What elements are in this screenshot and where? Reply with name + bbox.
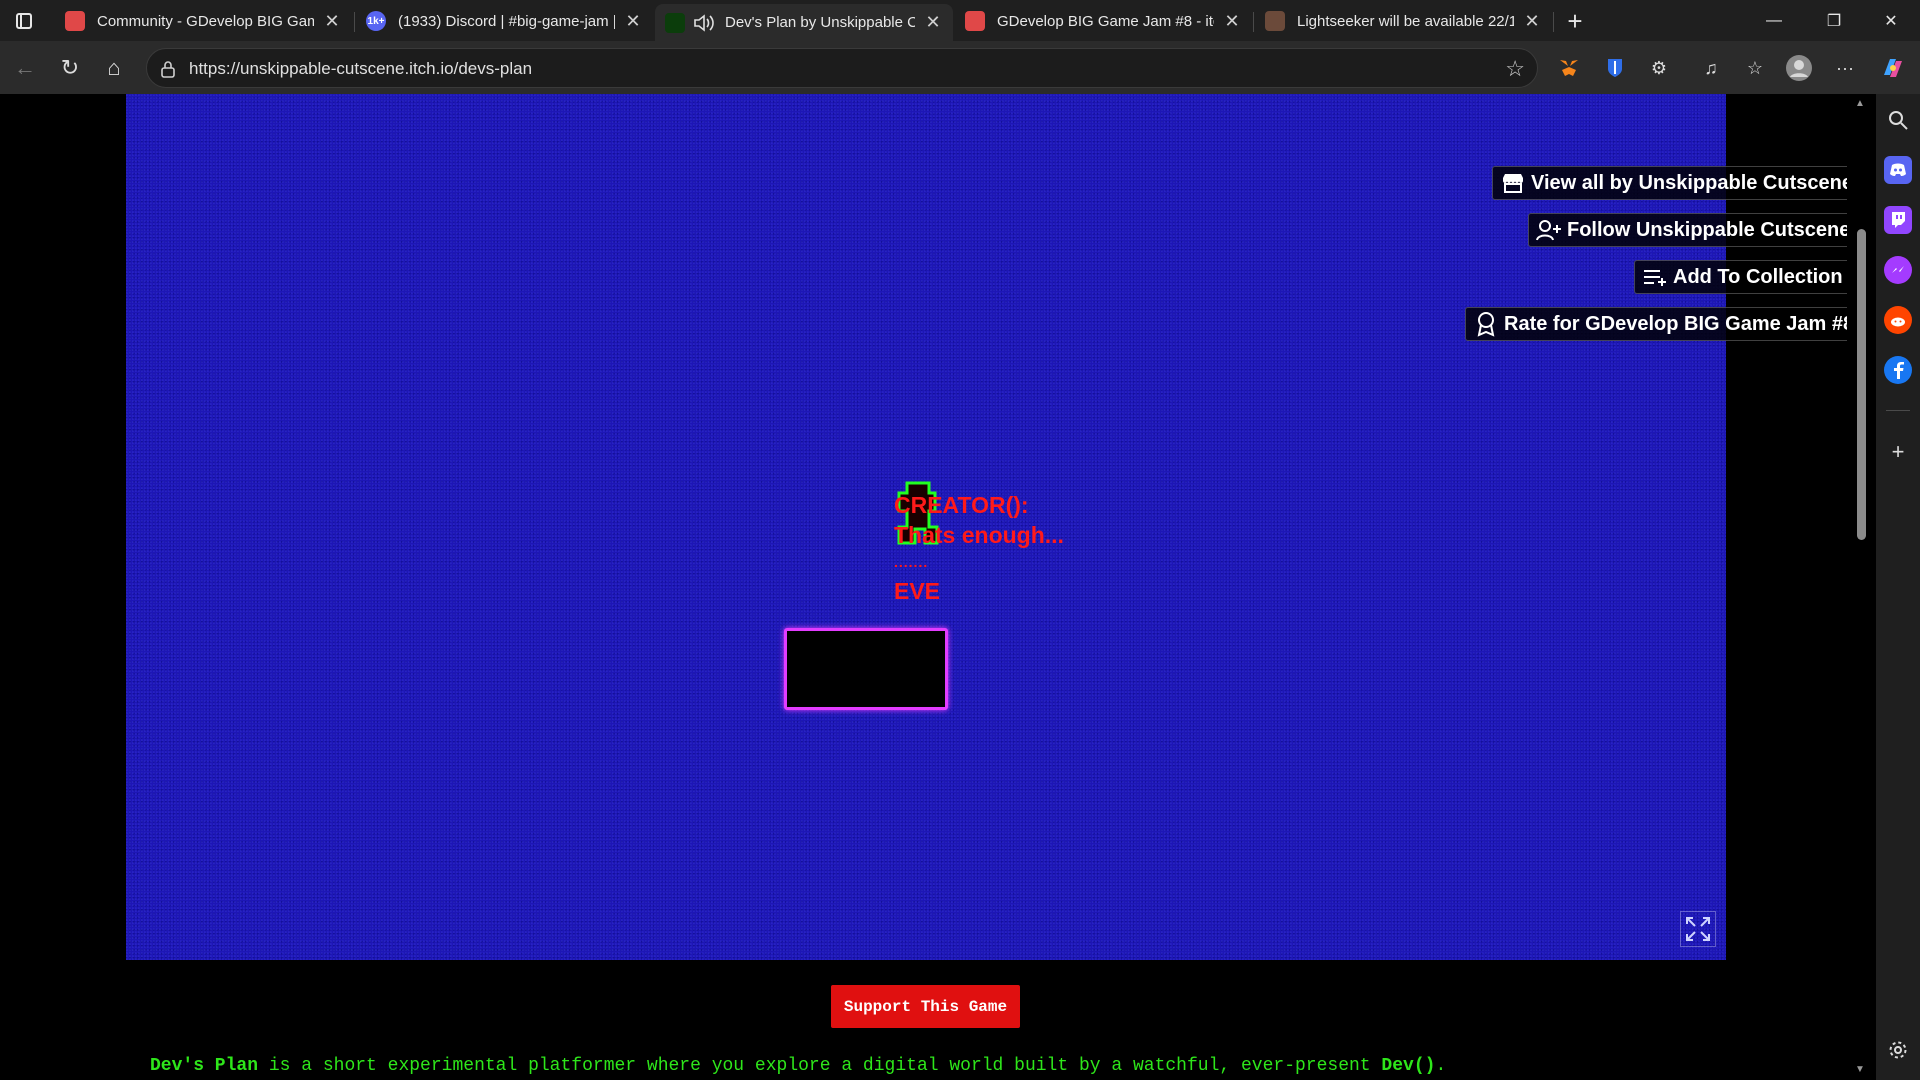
add-user-icon <box>1535 216 1563 244</box>
fullscreen-icon[interactable] <box>1680 911 1716 947</box>
view-all-label: View all by Unskippable Cutscene <box>1531 171 1847 194</box>
add-collection-label: Add To Collection <box>1673 265 1843 288</box>
discord-favicon-icon: 1k+ <box>366 11 386 31</box>
tab-lightseeker[interactable]: Lightseeker will be available 22/1 ✕ <box>1255 4 1552 38</box>
media-control-icon[interactable]: ♫ <box>1696 53 1726 83</box>
page-viewport: View all by Unskippable Cutscene Follow … <box>5 94 1847 1080</box>
dialog-line: Thats enough... <box>894 522 1064 548</box>
game-description: Dev's Plan is a short experimental platf… <box>150 1056 1446 1076</box>
profile-avatar[interactable] <box>1784 53 1814 83</box>
tab-title: Community - GDevelop BIG Game <box>97 12 314 30</box>
close-tab-icon[interactable]: ✕ <box>923 12 943 33</box>
minimize-icon[interactable]: — <box>1745 0 1803 41</box>
tab-community[interactable]: Community - GDevelop BIG Game ✕ <box>55 4 352 38</box>
description-text: is a short experimental platformer where… <box>258 1056 1382 1076</box>
add-sidebar-app-icon[interactable]: + <box>1884 438 1912 466</box>
edge-sidebar: + <box>1876 94 1920 1080</box>
facebook-sidebar-icon[interactable] <box>1884 356 1912 384</box>
description-title: Dev's Plan <box>150 1056 259 1076</box>
tab-divider <box>1253 12 1254 32</box>
copilot-icon[interactable] <box>1878 53 1908 83</box>
browser-toolbar: ← ↻ ⌂ https://unskippable-cutscene.itch.… <box>0 41 1920 94</box>
follow-label: Follow Unskippable Cutscene <box>1567 218 1847 241</box>
tab-divider <box>354 12 355 32</box>
search-icon[interactable] <box>1884 106 1912 134</box>
follow-button[interactable]: Follow Unskippable Cutscene <box>1528 213 1847 247</box>
twitch-sidebar-icon[interactable] <box>1884 206 1912 234</box>
tab-gdevelop-jam[interactable]: GDevelop BIG Game Jam #8 - itch ✕ <box>955 4 1252 38</box>
award-ribbon-icon <box>1472 310 1500 338</box>
add-list-icon <box>1641 263 1669 291</box>
lightseeker-favicon-icon <box>1265 11 1285 31</box>
close-tab-icon[interactable]: ✕ <box>322 11 342 31</box>
add-to-collection-button[interactable]: Add To Collection <box>1634 260 1847 294</box>
description-end: . <box>1435 1056 1447 1076</box>
itch-favicon-icon <box>965 11 985 31</box>
reddit-sidebar-icon[interactable] <box>1884 306 1912 334</box>
game-canvas[interactable]: View all by Unskippable Cutscene Follow … <box>126 94 1847 960</box>
tab-title: GDevelop BIG Game Jam #8 - itch <box>997 12 1214 30</box>
discord-sidebar-icon[interactable] <box>1884 156 1912 184</box>
tab-devs-plan[interactable]: Dev's Plan by Unskippable Cu ✕ <box>655 4 953 41</box>
url-text[interactable]: https://unskippable-cutscene.itch.io/dev… <box>189 59 532 79</box>
metamask-extension-icon[interactable] <box>1554 53 1584 83</box>
dialog-dots: ....... <box>894 554 929 570</box>
favorite-star-icon[interactable]: ☆ <box>1505 56 1525 82</box>
scroll-down-icon[interactable]: ▼ <box>1855 1064 1865 1075</box>
support-this-game-button[interactable]: Support This Game <box>831 985 1020 1028</box>
refresh-icon[interactable]: ↻ <box>53 51 87 85</box>
close-tab-icon[interactable]: ✕ <box>1522 11 1542 31</box>
lock-icon[interactable] <box>157 58 179 80</box>
tab-discord[interactable]: 1k+ (1933) Discord | #big-game-jam | ✕ <box>356 4 653 38</box>
view-all-button[interactable]: View all by Unskippable Cutscene <box>1492 166 1847 200</box>
home-icon[interactable]: ⌂ <box>97 51 131 85</box>
close-tab-icon[interactable]: ✕ <box>623 11 643 31</box>
itch-store-icon <box>1499 169 1527 197</box>
tab-title: Dev's Plan by Unskippable Cu <box>725 14 915 31</box>
bitwarden-extension-icon[interactable] <box>1600 53 1630 83</box>
address-bar[interactable]: https://unskippable-cutscene.itch.io/dev… <box>146 48 1538 88</box>
dialog-speaker: CREATOR(): <box>894 492 1029 518</box>
favorites-icon[interactable]: ☆ <box>1740 53 1770 83</box>
portal-box <box>784 628 948 710</box>
back-icon[interactable]: ← <box>8 51 42 85</box>
tab-actions-icon[interactable] <box>12 9 36 33</box>
tab-title: Lightseeker will be available 22/1 <box>1297 12 1514 30</box>
more-options-icon[interactable]: ··· <box>1830 53 1860 83</box>
itch-favicon-icon <box>65 11 85 31</box>
discord-badge: 1k+ <box>367 15 385 27</box>
speaker-icon[interactable] <box>693 12 715 34</box>
tab-divider <box>1553 12 1554 32</box>
tab-strip: Community - GDevelop BIG Game ✕ 1k+ (193… <box>0 0 1920 41</box>
page-scrollbar[interactable]: ▲ ▼ <box>1847 94 1876 1080</box>
rate-label: Rate for GDevelop BIG Game Jam #8 <box>1504 312 1847 335</box>
game-favicon-icon <box>665 12 685 33</box>
rate-button[interactable]: Rate for GDevelop BIG Game Jam #8 <box>1465 307 1847 341</box>
new-tab-icon[interactable]: + <box>1560 6 1590 36</box>
character-name-label: EVE <box>894 578 941 604</box>
sidebar-settings-icon[interactable] <box>1884 1036 1912 1064</box>
scroll-up-icon[interactable]: ▲ <box>1855 98 1865 109</box>
sidebar-divider <box>1886 410 1910 411</box>
description-dev: Dev() <box>1381 1056 1436 1076</box>
close-tab-icon[interactable]: ✕ <box>1222 11 1242 31</box>
close-window-icon[interactable]: ✕ <box>1862 0 1920 41</box>
restore-icon[interactable]: ❐ <box>1805 0 1863 41</box>
extensions-icon[interactable]: ⚙ <box>1644 53 1674 83</box>
scrollbar-thumb[interactable] <box>1857 229 1866 540</box>
messenger-sidebar-icon[interactable] <box>1884 256 1912 284</box>
tab-title: (1933) Discord | #big-game-jam | <box>398 12 615 30</box>
